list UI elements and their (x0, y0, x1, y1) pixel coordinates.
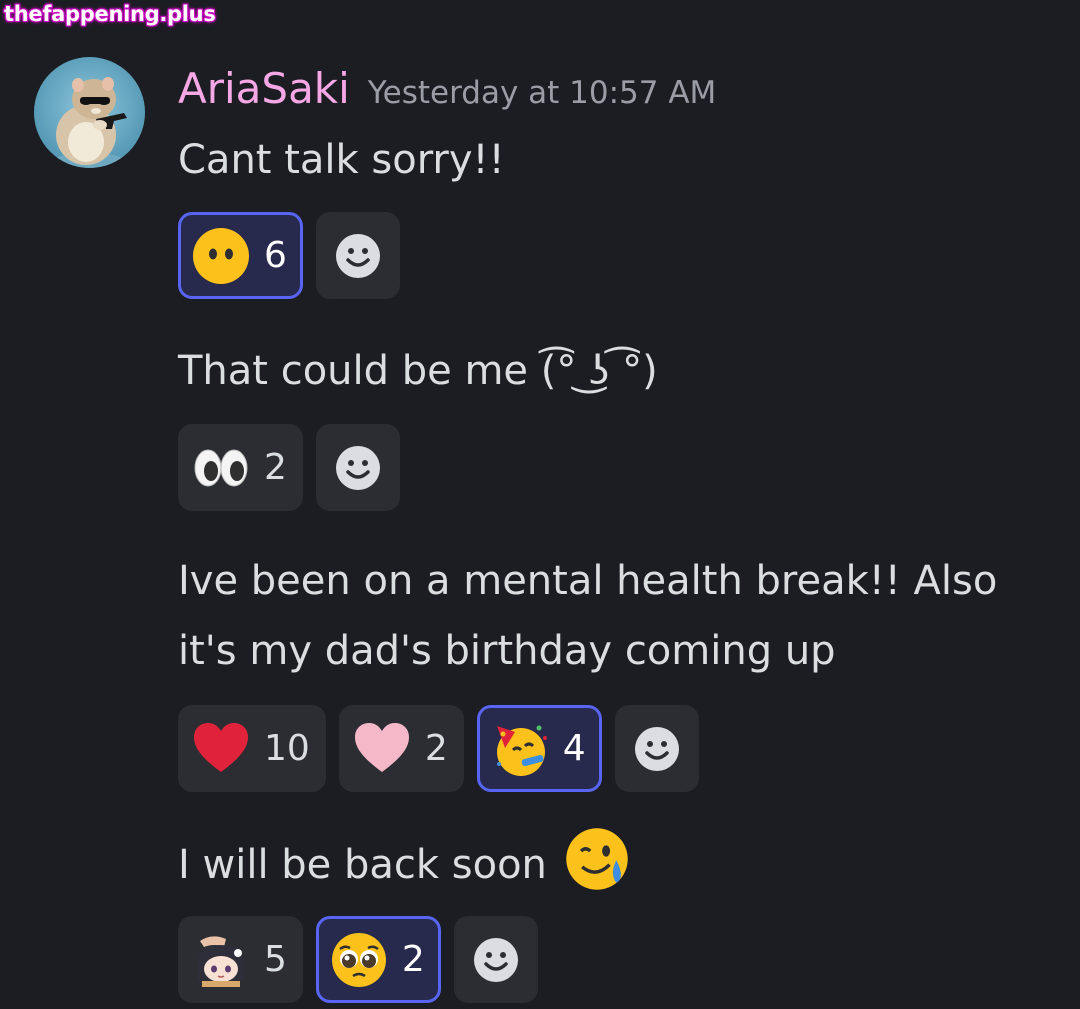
reaction-count: 5 (264, 939, 287, 980)
partying-face-icon (496, 725, 547, 776)
add-reaction-button[interactable] (453, 916, 538, 1003)
reaction-count: 4 (562, 728, 586, 769)
reaction-partying-face[interactable]: 4 (476, 705, 602, 792)
message-text: That could be me (͡° ͜ʖ ͡°) (178, 348, 658, 394)
add-reaction-smiley-icon (335, 445, 380, 490)
message-header: AriaSaki Yesterday at 10:57 AM (178, 64, 716, 113)
message-text: Cant talk sorry!! (178, 137, 505, 183)
pink-heart-icon (354, 722, 409, 772)
reaction-bar: 5 2 (178, 916, 538, 1003)
message-text: Ive been on a mental health break!! Also… (178, 558, 998, 674)
add-reaction-smiley-icon (473, 937, 518, 982)
no-mouth-face-icon (193, 227, 249, 284)
username[interactable]: AriaSaki (178, 64, 350, 113)
reaction-count: 6 (264, 235, 287, 276)
reaction-red-heart[interactable]: 10 (178, 705, 326, 792)
add-reaction-button[interactable] (315, 212, 400, 299)
eyes-icon (194, 449, 248, 486)
pleading-face-icon (331, 932, 386, 987)
reaction-count: 10 (264, 728, 310, 769)
reaction-bar: 10 2 4 (178, 705, 699, 792)
reaction-count: 2 (424, 728, 448, 769)
reaction-bar: 6 (178, 212, 400, 299)
watermark: thefappening.plus (4, 2, 216, 26)
reaction-custom-headpat[interactable]: 5 (178, 916, 303, 1003)
message-text: I will be back soon (178, 826, 1048, 900)
add-reaction-smiley-icon (634, 726, 679, 771)
add-reaction-button[interactable] (315, 424, 400, 511)
reaction-bar: 2 (178, 424, 400, 511)
message-text-content: I will be back soon (178, 842, 547, 888)
reaction-count: 2 (264, 447, 287, 488)
reaction-eyes[interactable]: 2 (178, 424, 303, 511)
custom-anime-headpat-emoji-icon (198, 935, 244, 987)
add-reaction-button[interactable] (614, 705, 699, 792)
reaction-pleading-face[interactable]: 2 (315, 916, 441, 1003)
reaction-pink-heart[interactable]: 2 (338, 705, 464, 792)
avatar[interactable] (34, 57, 145, 168)
reaction-no-mouth[interactable]: 6 (178, 212, 303, 299)
reaction-count: 2 (401, 939, 425, 980)
avatar-hamster-image (34, 57, 145, 168)
timestamp[interactable]: Yesterday at 10:57 AM (368, 75, 717, 111)
red-heart-icon (194, 722, 248, 772)
add-reaction-smiley-icon (335, 233, 380, 278)
crying-smile-face-icon (565, 828, 628, 890)
